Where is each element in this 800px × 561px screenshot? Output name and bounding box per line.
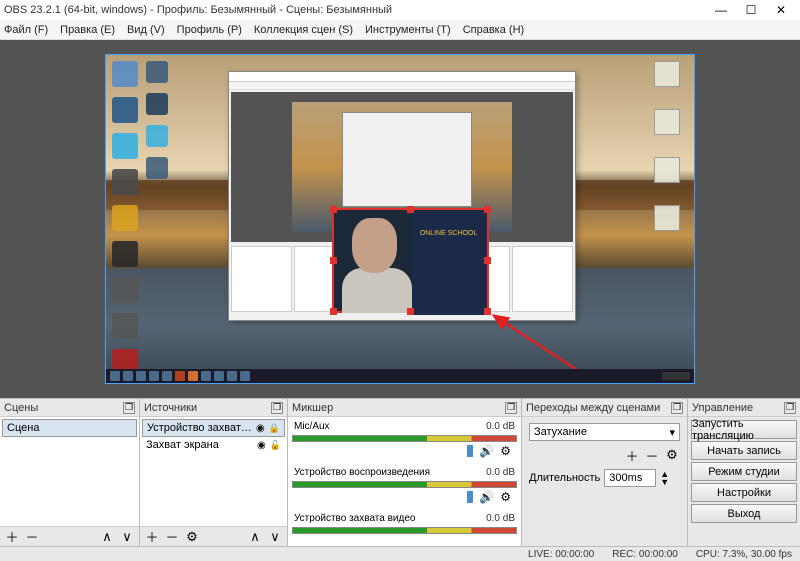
volume-slider[interactable] [467, 445, 473, 457]
bottom-docks: Сцены ❐ Сцена ＋ － ∧ ∨ Источники ❐ Устрой… [0, 398, 800, 546]
sources-title: Источники [144, 402, 271, 414]
source-item[interactable]: Захват экрана ◉ 🔓 [142, 437, 285, 453]
scenes-title: Сцены [4, 402, 123, 414]
resize-handle[interactable] [484, 257, 491, 264]
move-source-down-button[interactable]: ∨ [267, 529, 283, 545]
transitions-panel: Переходы между сценами ❐ Затухание▾ ＋ － … [522, 399, 688, 546]
menu-scene-collection[interactable]: Коллекция сцен (S) [254, 24, 353, 36]
window-title: OBS 23.2.1 (64-bit, windows) - Профиль: … [4, 4, 706, 16]
remove-transition-button[interactable]: － [644, 447, 660, 463]
minimize-button[interactable]: — [706, 0, 736, 20]
scenes-panel: Сцены ❐ Сцена ＋ － ∧ ∨ [0, 399, 140, 546]
status-cpu: CPU: 7.3%, 30.00 fps [696, 549, 792, 560]
add-transition-button[interactable]: ＋ [624, 447, 640, 463]
lock-icon[interactable]: 🔓 [270, 440, 281, 451]
popout-icon[interactable]: ❐ [784, 402, 796, 414]
lock-icon[interactable]: 🔒 [269, 423, 280, 434]
transition-select[interactable]: Затухание▾ [529, 423, 680, 441]
studio-mode-button[interactable]: Режим студии [691, 462, 797, 481]
source-item[interactable]: Устройство захвата видео ◉ 🔒 [142, 419, 285, 437]
mixer-panel: Микшер ❐ Mic/Aux0.0 dB 🔊⚙ Устройство вос… [288, 399, 522, 546]
stepper-icon[interactable]: ▲▼ [660, 470, 669, 486]
status-live: LIVE: 00:00:00 [528, 549, 594, 560]
mixer-channel: Устройство захвата видео0.0 dB [292, 512, 517, 534]
move-scene-up-button[interactable]: ∧ [99, 529, 115, 545]
preview-area[interactable]: ONLINE SCHOOL [0, 40, 800, 398]
resize-handle[interactable] [407, 206, 414, 213]
resize-handle[interactable] [407, 308, 414, 315]
menu-view[interactable]: Вид (V) [127, 24, 165, 36]
menu-profile[interactable]: Профиль (P) [177, 24, 242, 36]
popout-icon[interactable]: ❐ [671, 402, 683, 414]
duration-input[interactable]: 300ms [604, 469, 656, 487]
menu-tools[interactable]: Инструменты (T) [365, 24, 451, 36]
visibility-icon[interactable]: ◉ [256, 423, 265, 434]
menubar: Файл (F) Правка (E) Вид (V) Профиль (P) … [0, 20, 800, 40]
popout-icon[interactable]: ❐ [123, 402, 135, 414]
audio-meter [292, 527, 517, 534]
sources-panel: Источники ❐ Устройство захвата видео ◉ 🔒… [140, 399, 288, 546]
status-rec: REC: 00:00:00 [612, 549, 678, 560]
windows-taskbar [106, 369, 694, 383]
desktop-icons-right [654, 61, 684, 231]
preview-canvas[interactable]: ONLINE SCHOOL [105, 54, 695, 384]
audio-meter [292, 481, 517, 488]
volume-slider[interactable] [467, 491, 473, 503]
close-button[interactable]: ✕ [766, 0, 796, 20]
speaker-icon[interactable]: 🔊 [479, 444, 494, 458]
maximize-button[interactable]: ☐ [736, 0, 766, 20]
settings-button[interactable]: Настройки [691, 483, 797, 502]
menu-edit[interactable]: Правка (E) [60, 24, 115, 36]
webcam-source-selected[interactable]: ONLINE SCHOOL [332, 208, 489, 313]
source-properties-button[interactable]: ⚙ [184, 529, 200, 545]
move-scene-down-button[interactable]: ∨ [119, 529, 135, 545]
titlebar: OBS 23.2.1 (64-bit, windows) - Профиль: … [0, 0, 800, 20]
gear-icon[interactable]: ⚙ [500, 444, 511, 458]
audio-meter [292, 435, 517, 442]
add-source-button[interactable]: ＋ [144, 529, 160, 545]
transitions-title: Переходы между сценами [526, 402, 671, 414]
remove-source-button[interactable]: － [164, 529, 180, 545]
resize-handle[interactable] [330, 206, 337, 213]
mixer-channel: Устройство воспроизведения0.0 dB 🔊⚙ [292, 466, 517, 504]
add-scene-button[interactable]: ＋ [4, 529, 20, 545]
remove-scene-button[interactable]: － [24, 529, 40, 545]
controls-panel: Управление ❐ Запустить трансляцию Начать… [688, 399, 800, 546]
mixer-title: Микшер [292, 402, 505, 414]
scene-item[interactable]: Сцена [2, 419, 137, 437]
transition-settings-button[interactable]: ⚙ [664, 447, 680, 463]
mixer-channel: Mic/Aux0.0 dB 🔊⚙ [292, 420, 517, 458]
resize-handle[interactable] [330, 257, 337, 264]
popout-icon[interactable]: ❐ [271, 402, 283, 414]
chevron-down-icon: ▾ [669, 426, 675, 439]
move-source-up-button[interactable]: ∧ [247, 529, 263, 545]
start-streaming-button[interactable]: Запустить трансляцию [691, 420, 797, 439]
visibility-icon[interactable]: ◉ [257, 440, 266, 451]
resize-handle[interactable] [330, 308, 337, 315]
gear-icon[interactable]: ⚙ [500, 490, 511, 504]
popout-icon[interactable]: ❐ [505, 402, 517, 414]
exit-button[interactable]: Выход [691, 504, 797, 523]
webcam-banner-text: ONLINE SCHOOL [416, 230, 481, 237]
menu-help[interactable]: Справка (H) [463, 24, 524, 36]
start-recording-button[interactable]: Начать запись [691, 441, 797, 460]
controls-title: Управление [692, 402, 784, 414]
duration-label: Длительность [529, 472, 600, 484]
status-bar: LIVE: 00:00:00 REC: 00:00:00 CPU: 7.3%, … [0, 546, 800, 561]
resize-handle[interactable] [484, 206, 491, 213]
resize-handle[interactable] [484, 308, 491, 315]
menu-file[interactable]: Файл (F) [4, 24, 48, 36]
speaker-icon[interactable]: 🔊 [479, 490, 494, 504]
